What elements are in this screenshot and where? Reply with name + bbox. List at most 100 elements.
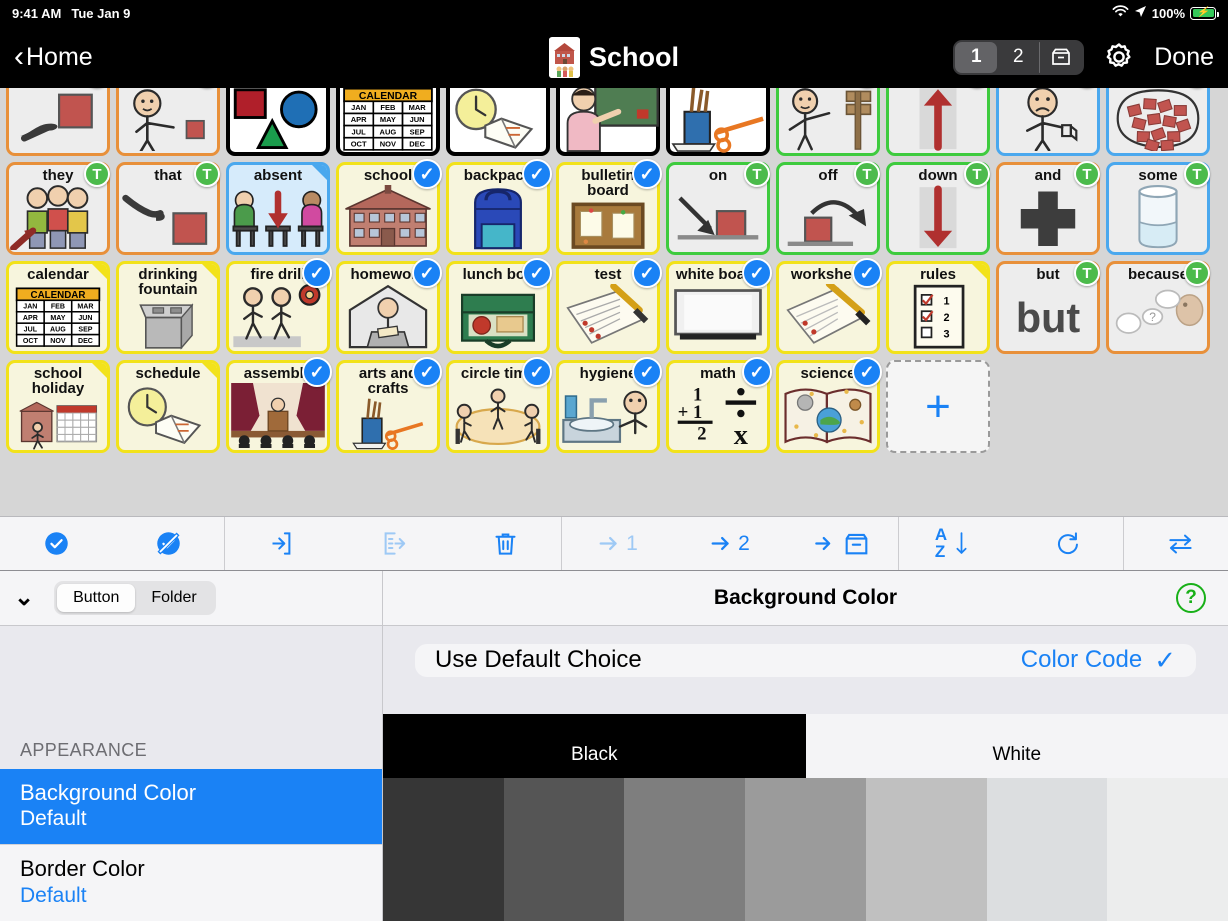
symbol-button[interactable]: schedule	[116, 360, 220, 453]
symbol-button[interactable]: calendar CALENDARJANFEBMARAPRMAYJUNJULAU…	[6, 261, 110, 354]
svg-text:FEB: FEB	[380, 104, 396, 113]
dog-ear	[311, 164, 328, 181]
symbol-cell: test ✓	[553, 258, 663, 357]
symbol-cell: absent	[223, 159, 333, 258]
battery-percent: 100%	[1152, 6, 1185, 21]
dog-ear	[201, 362, 218, 379]
nav-bar: ‹ Home School 1 2 Done	[0, 26, 1228, 88]
symbol-cell: fire drill ✓	[223, 258, 333, 357]
gear-icon[interactable]	[1100, 38, 1138, 76]
back-home-button[interactable]: ‹ Home	[14, 42, 93, 72]
button-artwork	[779, 282, 877, 351]
symbol-row: calendar CALENDARJANFEBMARAPRMAYJUNJULAU…	[3, 258, 1225, 357]
move-into-button[interactable]	[225, 530, 337, 557]
symbol-button[interactable]: absent	[226, 162, 330, 255]
color-code-option[interactable]: Color Code	[1021, 646, 1142, 674]
selected-badge: ✓	[522, 357, 552, 387]
gray-swatches	[383, 778, 1228, 921]
refresh-button[interactable]	[1011, 530, 1123, 557]
text-badge: T	[1184, 260, 1210, 286]
page-selector[interactable]: 1 2	[953, 40, 1084, 75]
button-artwork	[1109, 183, 1207, 252]
chevron-left-icon: ‹	[14, 42, 24, 72]
school-icon	[549, 37, 580, 78]
text-badge: T	[194, 161, 220, 187]
storage-tab[interactable]	[1040, 42, 1082, 73]
gray-swatch[interactable]	[504, 778, 625, 921]
setting-value: Default	[20, 883, 362, 909]
folder-button[interactable]: Shapes	[226, 88, 330, 156]
chevron-down-icon[interactable]: ⌄	[14, 586, 34, 610]
setting-value: Default	[20, 806, 362, 832]
help-icon[interactable]: ?	[1176, 583, 1206, 613]
symbol-cell: off T	[773, 159, 883, 258]
page-tab-2[interactable]: 2	[997, 42, 1039, 73]
check-icon: ✓	[1154, 645, 1176, 676]
toolbar-group-send: 1 2	[561, 517, 898, 570]
button-artwork	[889, 88, 987, 153]
swatch-white[interactable]: White	[806, 714, 1228, 778]
symbol-button[interactable]: drinking fountain	[116, 261, 220, 354]
scope-selector[interactable]: Button Folder	[54, 581, 216, 615]
symbol-button[interactable]: all	[1106, 88, 1210, 156]
button-artwork	[669, 183, 767, 252]
symbol-button[interactable]: up	[886, 88, 990, 156]
sort-alpha-button[interactable]: AZ	[899, 527, 1011, 559]
symbol-button[interactable]: bad	[996, 88, 1100, 156]
gray-swatch[interactable]	[866, 778, 987, 921]
folder-button[interactable]: Calendar CALENDARJANFEBMARAPRMAYJUNJULAU…	[336, 88, 440, 156]
gray-swatch[interactable]	[1107, 778, 1228, 921]
button-artwork	[229, 282, 327, 351]
gray-swatch[interactable]	[624, 778, 745, 921]
folder-button[interactable]: Teachers	[556, 88, 660, 156]
done-button[interactable]: Done	[1154, 43, 1214, 72]
button-artwork	[559, 199, 657, 252]
dog-ear	[91, 263, 108, 280]
symbol-button[interactable]: it	[6, 88, 110, 156]
toolbar-group-select	[0, 517, 224, 570]
folder-button[interactable]: Schedule	[446, 88, 550, 156]
setting-row-background-color[interactable]: Background Color Default	[0, 769, 382, 845]
use-default-choice-row[interactable]: Use Default Choice Color Code ✓	[415, 644, 1196, 677]
button-artwork	[119, 88, 217, 153]
add-button[interactable]: +	[886, 360, 990, 453]
gray-swatch[interactable]	[383, 778, 504, 921]
button-artwork	[9, 88, 107, 153]
button-artwork	[339, 397, 437, 450]
symbol-cell: Schedule	[443, 88, 553, 159]
symbol-cell: down T	[883, 159, 993, 258]
gray-swatch[interactable]	[987, 778, 1108, 921]
svg-text:JUL: JUL	[24, 326, 38, 333]
gray-swatch[interactable]	[745, 778, 866, 921]
symbol-board: it T this T Shapes	[0, 88, 1228, 516]
swap-button[interactable]	[1124, 530, 1228, 557]
symbol-grid: it T this T Shapes	[3, 88, 1225, 456]
select-all-button[interactable]	[0, 530, 112, 557]
button-artwork	[339, 183, 437, 252]
symbol-button[interactable]: this	[116, 88, 220, 156]
app-root: 9:41 AM Tue Jan 9 100% ⚡ ‹ Home School	[0, 0, 1228, 921]
symbol-button[interactable]: school holiday	[6, 360, 110, 453]
deselect-all-button[interactable]	[112, 530, 224, 557]
delete-button[interactable]	[449, 530, 561, 557]
symbol-cell: calendar CALENDARJANFEBMARAPRMAYJUNJULAU…	[3, 258, 113, 357]
copy-out-button[interactable]	[337, 530, 449, 557]
page-tab-1[interactable]: 1	[955, 42, 997, 73]
folder-button[interactable]: Art supplies	[666, 88, 770, 156]
tab-folder-scope[interactable]: Folder	[135, 584, 212, 612]
button-artwork: ?	[1109, 282, 1207, 351]
tab-button-scope[interactable]: Button	[57, 584, 135, 612]
toolbar-group-swap	[1123, 517, 1228, 570]
symbol-button[interactable]: there	[776, 88, 880, 156]
setting-row-border-color[interactable]: Border Color Default	[0, 844, 382, 921]
send-to-page-2-button[interactable]: 2	[674, 530, 786, 557]
send-to-page-1-button[interactable]: 1	[562, 530, 674, 557]
edit-toolbar: 1 2 AZ	[0, 516, 1228, 571]
svg-text:DEC: DEC	[78, 338, 93, 345]
svg-text:SEP: SEP	[78, 326, 92, 333]
send-to-storage-button[interactable]	[786, 530, 898, 557]
swatch-black[interactable]: Black	[383, 714, 806, 778]
symbol-button[interactable]: rules 123	[886, 261, 990, 354]
symbol-cell: some T	[1103, 159, 1213, 258]
back-label: Home	[26, 43, 93, 72]
